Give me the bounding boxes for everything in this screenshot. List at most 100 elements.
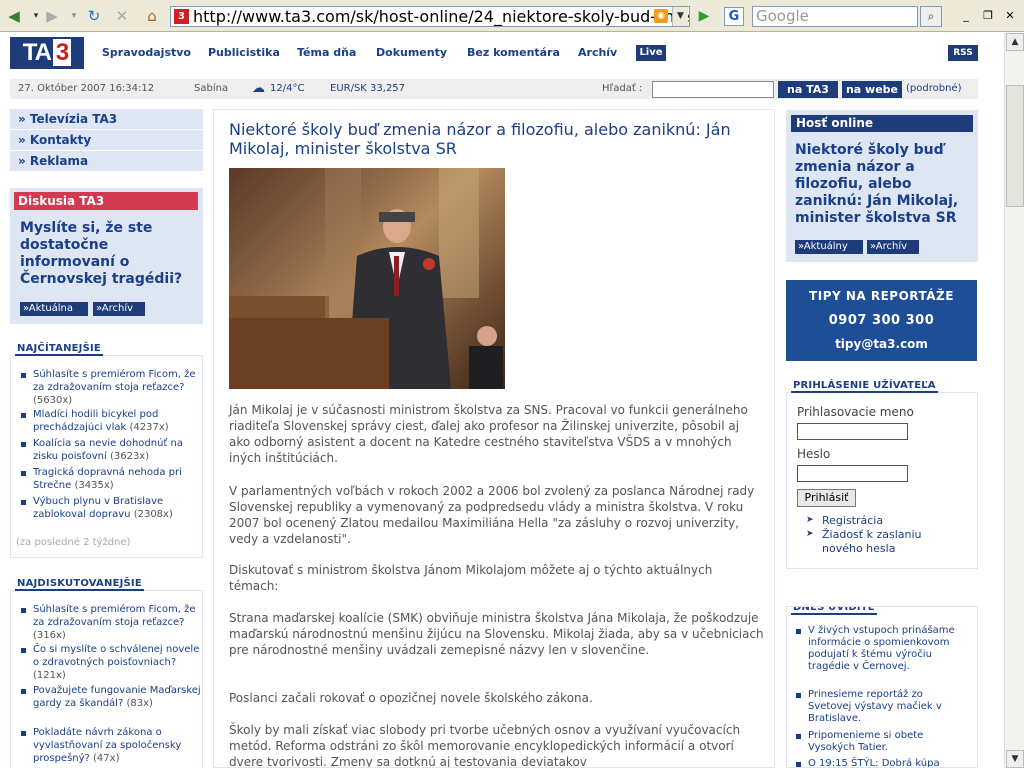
article-paragraph: Školy by mali získať viac slobody pri tv… [229, 723, 741, 768]
minimize-icon[interactable]: _ [958, 8, 974, 24]
bullet-icon [21, 413, 26, 418]
menu-kontakty[interactable]: » Kontakty [10, 130, 203, 150]
discussion-question[interactable]: Myslíte si, že ste dostatočne informovan… [20, 220, 196, 288]
search-ta3-button[interactable]: na TA3 [778, 81, 838, 98]
bullet-icon [21, 373, 26, 378]
today-title: DNES UVIDÍTE [791, 607, 877, 615]
weather[interactable]: 12/4°C [270, 79, 304, 99]
list-item-text[interactable]: Považujete fungovanie Maďarskej gardy za… [33, 685, 201, 709]
most-read-title: NAJČÍTANEJŠIE [15, 343, 103, 356]
login-button[interactable]: Prihlásiť [797, 489, 856, 507]
menu-reklama[interactable]: » Reklama [10, 151, 203, 171]
scroll-down-icon[interactable]: ▼ [1006, 750, 1024, 768]
nameday: Sabína [194, 83, 229, 94]
go-icon[interactable]: ▶ [694, 7, 714, 26]
speaker-illustration [229, 168, 503, 389]
tips-phone: 0907 300 300 [828, 313, 935, 328]
rss-button[interactable]: RSS [948, 45, 978, 61]
list-item[interactable]: Pripomenieme si obete Vysokých Tatier. [808, 730, 968, 754]
search-label: Hľadať : [602, 83, 643, 94]
password-input[interactable] [797, 465, 908, 482]
nav-publicistika[interactable]: Publicistika [208, 46, 280, 59]
advanced-search-link[interactable]: (podrobné) [906, 79, 961, 99]
discussion-current-button[interactable]: »Aktuálna [20, 302, 88, 316]
search-icon[interactable]: ⌕ [920, 6, 942, 27]
logo-text: TA [22, 39, 52, 66]
bullet-icon [21, 608, 26, 613]
list-item[interactable]: O 19:15 ŠTÝL: Dobrá kúpa [808, 758, 968, 767]
list-item-count: (4237x) [129, 422, 169, 433]
stop-icon[interactable]: ✕ [112, 6, 132, 26]
search-engine-icon[interactable]: G [724, 7, 744, 26]
nav-bez-komentara[interactable]: Bez komentára [467, 46, 560, 59]
discussion-title: Diskusia TA3 [14, 192, 198, 210]
list-item-text[interactable]: Koalícia sa nevie dohodnúť na zisku pois… [33, 438, 183, 462]
menu-televizia[interactable]: » Televízia TA3 [10, 109, 203, 129]
forgot-password-link[interactable]: Žiadosť k zaslaniu nového hesla [822, 528, 942, 556]
nav-dokumenty[interactable]: Dokumenty [376, 46, 447, 59]
home-icon[interactable]: ⌂ [142, 6, 162, 26]
logo-number: 3 [52, 39, 72, 66]
reload-icon[interactable]: ↻ [84, 6, 104, 26]
list-item[interactable]: Považujete fungovanie Maďarskej gardy za… [33, 684, 208, 710]
currency[interactable]: EUR/SK 33,257 [330, 79, 405, 99]
username-input[interactable] [797, 423, 908, 440]
address-dropdown-icon[interactable]: ▼ [672, 7, 688, 26]
bullet-icon [796, 693, 801, 698]
search-engine-input[interactable]: Google [752, 6, 918, 27]
list-item[interactable]: Súhlasíte s premiérom Ficom, že za zdraž… [33, 603, 208, 642]
tips-email[interactable]: tipy@ta3.com [786, 337, 977, 351]
most-discussed-title: NAJDISKUTOVANEJŠIE [15, 578, 144, 591]
nav-spravodajstvo[interactable]: Spravodajstvo [102, 46, 191, 59]
site-favicon-icon: 3 [174, 9, 189, 24]
scroll-up-icon[interactable]: ▲ [1006, 33, 1024, 51]
username-label: Prihlasovacie meno [797, 405, 914, 419]
list-item[interactable]: Súhlasíte s premiérom Ficom, že za zdraž… [33, 368, 208, 407]
list-item[interactable]: V živých vstupoch prinášame informácie o… [808, 625, 968, 673]
close-icon[interactable]: ✕ [1002, 8, 1018, 24]
list-item[interactable]: Pokladáte návrh zákona o vyvlastňovaní z… [33, 726, 208, 765]
host-online-title: Hosť online [791, 115, 973, 132]
list-item-count: (2308x) [133, 509, 173, 520]
tips-title: TIPY NA REPORTÁŽE [809, 289, 954, 303]
forward-dropdown-icon[interactable]: ▾ [64, 6, 84, 26]
site-logo[interactable]: TA 3 [10, 37, 84, 69]
list-item[interactable]: Koalícia sa nevie dohodnúť na zisku pois… [33, 437, 208, 463]
list-item-count: (316x) [33, 630, 66, 641]
bullet-icon [21, 731, 26, 736]
nav-archiv[interactable]: Archív [578, 46, 617, 59]
live-button[interactable]: Live [636, 45, 666, 61]
list-item[interactable]: Mladíci hodili bicykel pod prechádzajúci… [33, 408, 208, 434]
list-item-text[interactable]: Súhlasíte s premiérom Ficom, že za zdraž… [33, 369, 195, 393]
list-item-text[interactable]: Čo si myslíte o schválenej novele o zdra… [33, 644, 199, 668]
list-item[interactable]: Výbuch plynu v Bratislave zablokoval dop… [33, 495, 208, 521]
host-online-headline[interactable]: Niektoré školy buď zmenia názor a filozo… [795, 142, 971, 227]
login-title: PRIHLÁSENIE UŽÍVATEĽA [791, 380, 938, 393]
site-search-input[interactable] [652, 81, 774, 98]
back-icon[interactable]: ◀ [4, 6, 24, 26]
article-title: Niektoré školy buď zmenia názor a filozo… [229, 120, 731, 158]
bullet-icon [21, 442, 26, 447]
list-item[interactable]: Tragická dopravná nehoda pri Strečne (34… [33, 466, 208, 492]
rss-feed-icon[interactable]: ◉ [654, 9, 668, 23]
nav-tema-dna[interactable]: Téma dňa [297, 46, 356, 59]
bullet-icon [796, 762, 801, 767]
list-item[interactable]: Prinesieme reportáž zo Svetovej výstavy … [808, 689, 968, 725]
list-item-count: (83x) [126, 698, 153, 709]
datetime: 27. Október 2007 16:34:12 [18, 83, 155, 94]
discussion-archive-button[interactable]: »Archív [93, 302, 145, 316]
vertical-scrollbar[interactable]: ▲ ▼ [1004, 33, 1024, 768]
host-current-button[interactable]: »Aktuálny [795, 240, 863, 254]
most-read-box: NAJČÍTANEJŠIE Súhlasíte s premiérom Fico… [10, 343, 203, 558]
bullet-icon [21, 471, 26, 476]
list-item[interactable]: Čo si myslíte o schválenej novele o zdra… [33, 643, 208, 682]
host-archive-button[interactable]: »Archív [867, 240, 919, 254]
article: Niektoré školy buď zmenia názor a filozo… [213, 109, 775, 768]
forward-icon[interactable]: ▶ [42, 6, 62, 26]
address-bar[interactable]: 3 http://www.ta3.com/sk/host-online/24_n… [170, 6, 690, 27]
search-web-button[interactable]: na webe [842, 81, 902, 98]
restore-icon[interactable]: ❐ [980, 8, 996, 24]
scrollbar-thumb[interactable] [1006, 85, 1024, 207]
list-item-text[interactable]: Súhlasíte s premiérom Ficom, že za zdraž… [33, 604, 195, 628]
register-link[interactable]: Registrácia [822, 514, 883, 528]
